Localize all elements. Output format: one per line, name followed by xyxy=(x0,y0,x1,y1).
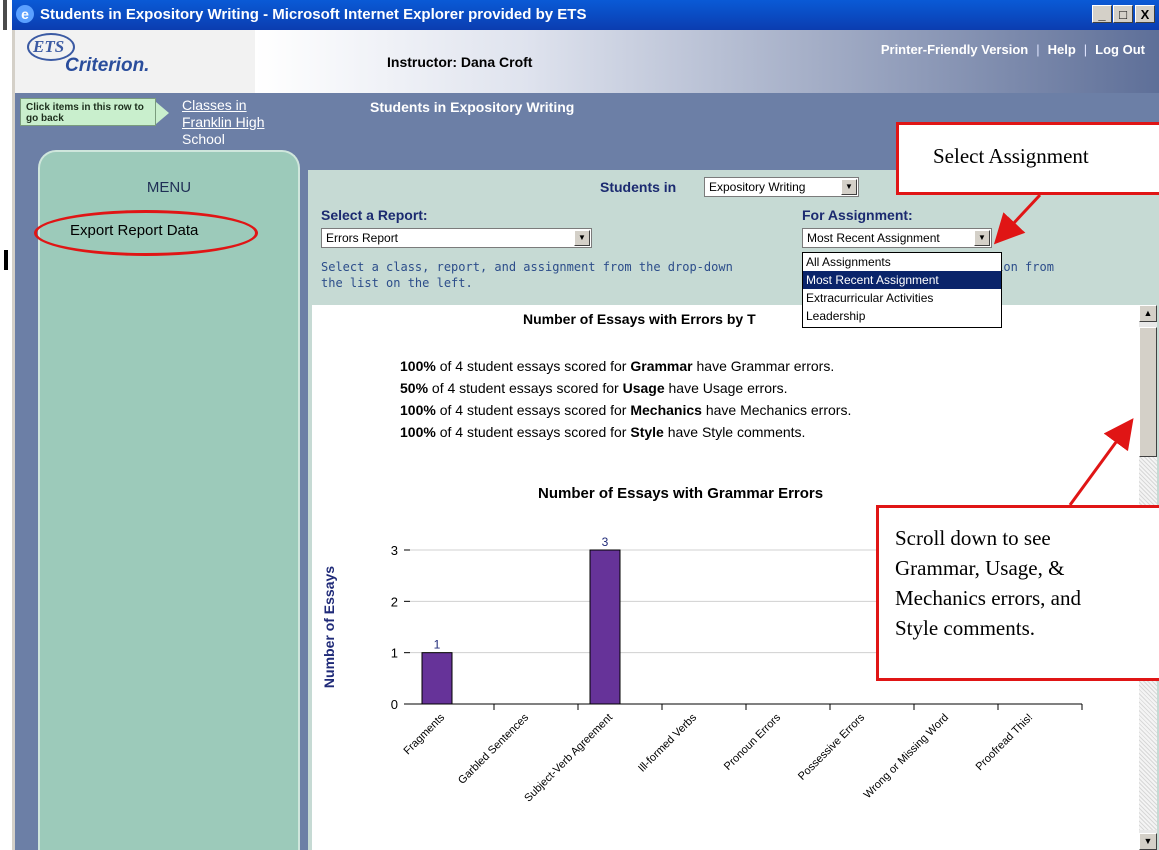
arrow-to-assignment-select xyxy=(993,193,1042,245)
annotation-arrows xyxy=(993,193,1134,506)
arrow-to-scrollbar xyxy=(1068,418,1134,506)
